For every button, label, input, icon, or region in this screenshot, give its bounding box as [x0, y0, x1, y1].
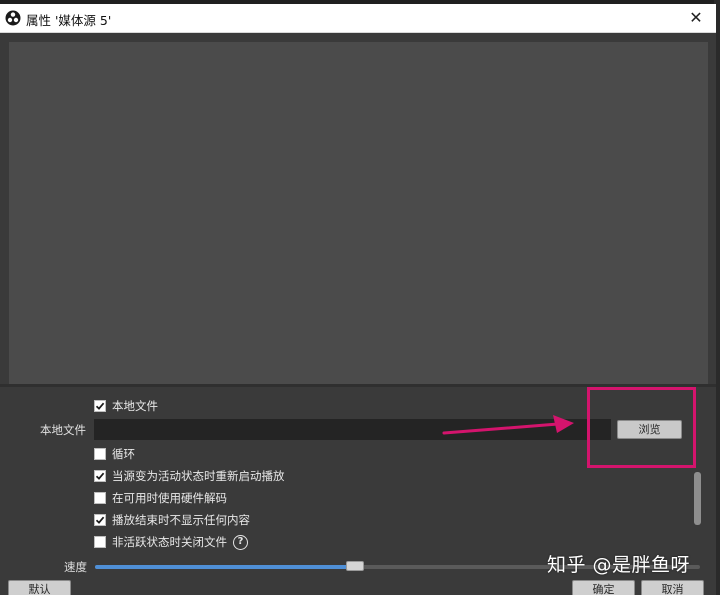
watermark-text: 知乎 @是胖鱼呀 — [547, 554, 691, 576]
title-bar: 属性 '媒体源 5' ✕ — [0, 4, 716, 33]
checkbox[interactable] — [94, 492, 106, 504]
checkbox[interactable] — [94, 448, 106, 460]
option-hardware-decoding[interactable]: 在可用时使用硬件解码 — [94, 489, 227, 507]
option-hide-when-ended[interactable]: 播放结束时不显示任何内容 — [94, 511, 250, 529]
cancel-button[interactable]: 取消 — [641, 580, 704, 595]
option-label: 当源变为活动状态时重新启动播放 — [112, 469, 285, 483]
source-preview — [9, 42, 708, 384]
obs-logo-icon — [5, 10, 21, 26]
option-close-when-inactive[interactable]: 非活跃状态时关闭文件 ? — [94, 533, 248, 551]
close-button[interactable]: ✕ — [684, 7, 708, 29]
option-restart-on-activate[interactable]: 当源变为活动状态时重新启动播放 — [94, 467, 285, 485]
scrollbar-thumb[interactable] — [694, 472, 701, 525]
option-label: 在可用时使用硬件解码 — [112, 491, 227, 505]
option-label: 非活跃状态时关闭文件 — [112, 535, 227, 549]
speed-label: 速度 — [64, 560, 87, 574]
defaults-button[interactable]: 默认 — [8, 580, 71, 595]
annotation-arrow-icon — [442, 415, 574, 435]
checkbox[interactable] — [94, 514, 106, 526]
checkbox[interactable] — [94, 536, 106, 548]
app-root: 属性 '媒体源 5' ✕ 本地文件 本地文件 浏览 循环 当源变为活动状态时重新… — [0, 0, 720, 595]
annotation-highlight-box — [587, 387, 696, 468]
local-file-checkbox-label: 本地文件 — [112, 399, 158, 413]
close-icon: ✕ — [689, 8, 703, 27]
local-file-field-label: 本地文件 — [40, 423, 86, 437]
checkbox[interactable] — [94, 470, 106, 482]
option-loop[interactable]: 循环 — [94, 445, 135, 463]
help-circle-icon[interactable]: ? — [233, 534, 248, 550]
local-file-checkbox[interactable]: 本地文件 — [94, 397, 158, 415]
option-label: 播放结束时不显示任何内容 — [112, 513, 250, 527]
speed-slider-fill — [95, 565, 356, 569]
option-label: 循环 — [112, 447, 135, 461]
checkbox[interactable] — [94, 400, 106, 412]
speed-slider-handle[interactable] — [346, 561, 365, 571]
ok-button[interactable]: 确定 — [572, 580, 635, 595]
window-title: 属性 '媒体源 5' — [26, 13, 112, 28]
